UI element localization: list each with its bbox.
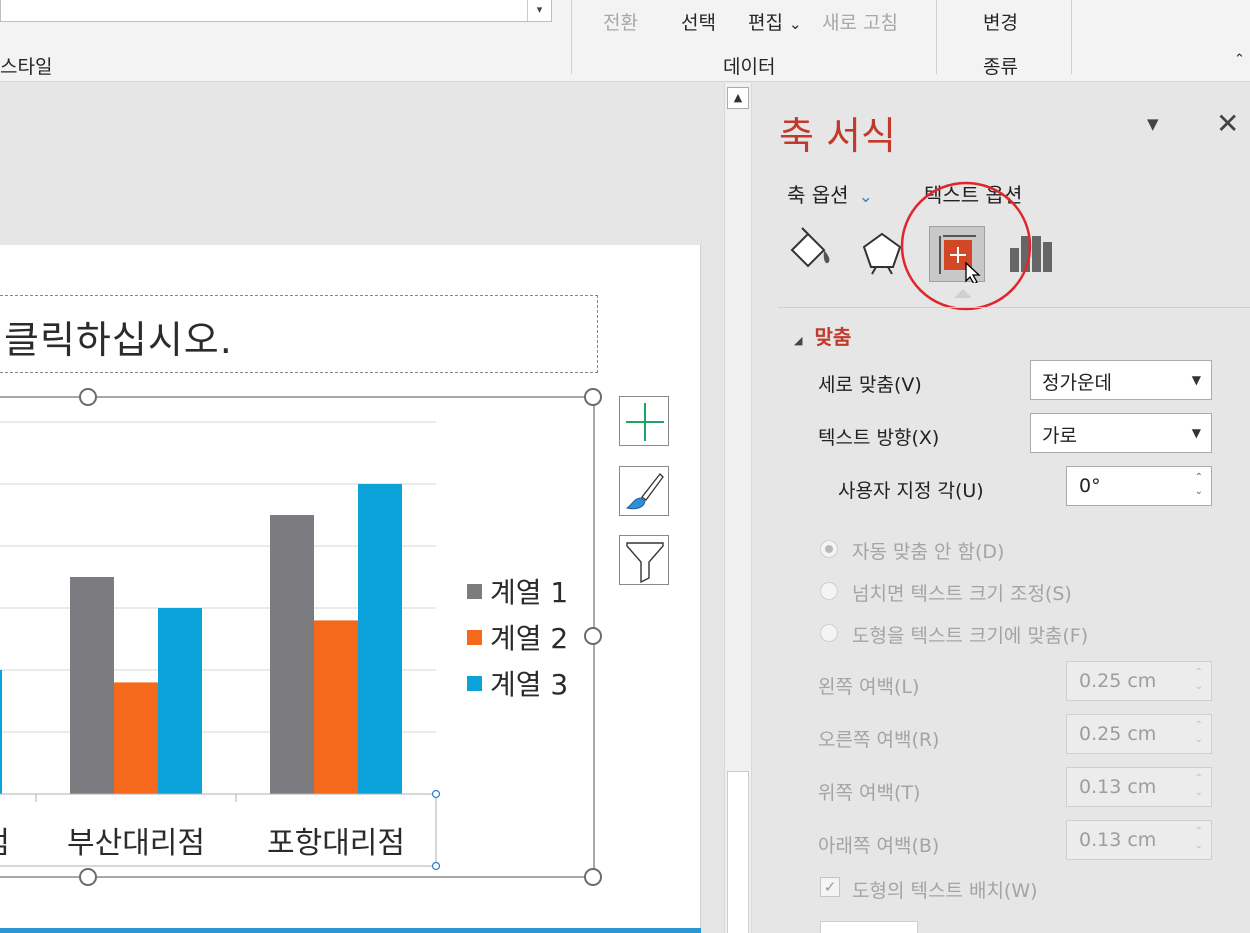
ribbon-separator xyxy=(936,0,937,74)
x-tick-label: 포항대리점 xyxy=(267,826,405,861)
filter-icon xyxy=(626,542,664,584)
collapse-triangle-icon: ◢ xyxy=(794,334,803,347)
radio-no-autofit[interactable] xyxy=(820,540,838,558)
spinner-arrows-icon[interactable]: ⌃ ⌄ xyxy=(1195,825,1203,853)
resize-handle xyxy=(79,868,97,886)
top-margin-label: 위쪽 여백(T) xyxy=(818,782,921,804)
top-margin-spinner[interactable]: 0.13 cm ⌃ ⌄ xyxy=(1066,767,1212,807)
bar-2-3[interactable] xyxy=(314,620,358,794)
custom-angle-label: 사용자 지정 각(U) xyxy=(838,480,984,502)
text-direction-value: 가로 xyxy=(1042,425,1077,447)
resize-handle xyxy=(584,627,602,645)
bars xyxy=(0,484,402,794)
next-section-control xyxy=(820,921,918,933)
chart[interactable]: 점 부산대리점 포항대리점 계열 1 계열 2 계열 3 xyxy=(0,0,724,933)
section-title: 맞춤 xyxy=(814,325,852,349)
chart-elements-button[interactable] xyxy=(619,396,669,446)
axis-handle xyxy=(431,861,441,871)
change-chart-type-button[interactable]: 변경 xyxy=(983,8,1018,35)
chart-filter-button[interactable] xyxy=(619,535,669,585)
x-tick-label: 부산대리점 xyxy=(67,826,205,861)
resize-handle xyxy=(79,388,97,406)
right-margin-spinner[interactable]: 0.25 cm ⌃ ⌄ xyxy=(1066,714,1212,754)
legend-label: 계열 2 xyxy=(490,622,568,655)
radio-shrink-text[interactable] xyxy=(820,582,838,600)
spinner-arrows-icon[interactable]: ⌃ ⌄ xyxy=(1195,471,1203,499)
custom-angle-spinner[interactable]: 0° ⌃ ⌄ xyxy=(1066,466,1212,506)
right-margin-label: 오른쪽 여백(R) xyxy=(818,729,940,751)
radio-resize-shape[interactable] xyxy=(820,624,838,642)
bar-3-3[interactable] xyxy=(358,484,402,794)
bar-1-2[interactable] xyxy=(70,577,114,794)
x-axis: 점 부산대리점 포항대리점 xyxy=(0,794,437,861)
bottom-margin-label: 아래쪽 여백(B) xyxy=(818,835,940,857)
chevron-down-icon: ⌄ xyxy=(858,187,873,207)
legend-swatch xyxy=(467,630,482,645)
close-icon[interactable]: ✕ xyxy=(1216,107,1239,140)
bar-3-1[interactable] xyxy=(0,670,2,794)
bar-1-3[interactable] xyxy=(270,515,314,794)
vertical-align-value: 정가운데 xyxy=(1042,372,1112,394)
chevron-down-icon: ⌄ xyxy=(789,15,802,33)
plus-icon xyxy=(626,403,664,441)
spinner-arrows-icon[interactable]: ⌃ ⌄ xyxy=(1195,719,1203,747)
alignment-section-header[interactable]: ◢ 맞춤 xyxy=(794,321,851,350)
brush-icon xyxy=(625,473,664,510)
chevron-down-icon: ▼ xyxy=(1191,373,1201,387)
wrap-text-label: 도형의 텍스트 배치(W) xyxy=(852,880,1038,902)
custom-angle-value: 0° xyxy=(1079,475,1101,497)
axis-handle xyxy=(431,789,441,799)
legend-swatch xyxy=(467,584,482,599)
spinner-arrows-icon[interactable]: ⌃ ⌄ xyxy=(1195,772,1203,800)
paint-bucket-icon xyxy=(790,227,830,268)
text-direction-label: 텍스트 방향(X) xyxy=(818,427,940,449)
text-direction-dropdown[interactable]: 가로 ▼ xyxy=(1030,413,1212,453)
edit-data-label: 편집 xyxy=(748,12,783,34)
bottom-margin-value: 0.13 cm xyxy=(1079,829,1157,851)
fill-line-tab[interactable] xyxy=(782,226,838,282)
ribbon-separator xyxy=(1071,0,1072,74)
bottom-margin-spinner[interactable]: 0.13 cm ⌃ ⌄ xyxy=(1066,820,1212,860)
tab-pointer xyxy=(954,289,972,298)
scroll-thumb[interactable] xyxy=(727,771,749,933)
left-margin-label: 왼쪽 여백(L) xyxy=(818,676,920,698)
bar-3-2[interactable] xyxy=(158,608,202,794)
left-margin-spinner[interactable]: 0.25 cm ⌃ ⌄ xyxy=(1066,661,1212,701)
right-margin-value: 0.25 cm xyxy=(1079,723,1157,745)
vertical-scrollbar[interactable]: ▲ xyxy=(724,83,752,933)
resize-handle xyxy=(584,388,602,406)
radio-no-autofit-label: 자동 맞춤 안 함(D) xyxy=(852,541,1005,563)
legend-label: 계열 1 xyxy=(490,576,568,609)
wrap-text-checkbox[interactable]: ✓ xyxy=(820,877,840,897)
chevron-down-icon: ▼ xyxy=(1191,426,1201,440)
chart-styles-button[interactable] xyxy=(619,466,669,516)
vertical-align-dropdown[interactable]: 정가운데 ▼ xyxy=(1030,360,1212,400)
resize-handle xyxy=(584,868,602,886)
legend-swatch xyxy=(467,676,482,691)
scroll-up-icon[interactable]: ▲ xyxy=(727,87,749,109)
edit-data-button[interactable]: 편집 ⌄ xyxy=(748,8,802,35)
type-group-label: 종류 xyxy=(983,56,1018,78)
bar-2-2[interactable] xyxy=(114,682,158,794)
spinner-arrows-icon[interactable]: ⌃ ⌄ xyxy=(1195,666,1203,694)
radio-resize-shape-label: 도형을 텍스트 크기에 맞춤(F) xyxy=(852,625,1089,647)
vertical-align-label: 세로 맞춤(V) xyxy=(818,374,922,396)
refresh-data-button[interactable]: 새로 고침 xyxy=(822,8,898,35)
format-axis-pane: 축 서식 ▼ ✕ 축 옵션 ⌄ 텍스트 옵션 ◢ 맞춤 세로 맞춤(V) 정가운… xyxy=(754,83,1250,933)
radio-shrink-text-label: 넘치면 텍스트 크기 조정(S) xyxy=(852,583,1072,605)
legend: 계열 1 계열 2 계열 3 xyxy=(467,576,568,701)
ribbon-collapse-icon[interactable]: ⌃ xyxy=(1234,52,1245,67)
tab-axis-options-label: 축 옵션 xyxy=(787,183,849,207)
legend-label: 계열 3 xyxy=(490,668,568,701)
data-group-label: 데이터 xyxy=(723,56,776,78)
pane-title: 축 서식 xyxy=(779,114,896,158)
pane-options-icon[interactable]: ▼ xyxy=(1147,115,1159,133)
top-margin-value: 0.13 cm xyxy=(1079,776,1157,798)
x-tick-label: 점 xyxy=(0,826,10,861)
tab-axis-options[interactable]: 축 옵션 ⌄ xyxy=(787,179,873,208)
pane-divider xyxy=(778,307,1250,308)
left-margin-value: 0.25 cm xyxy=(1079,670,1157,692)
